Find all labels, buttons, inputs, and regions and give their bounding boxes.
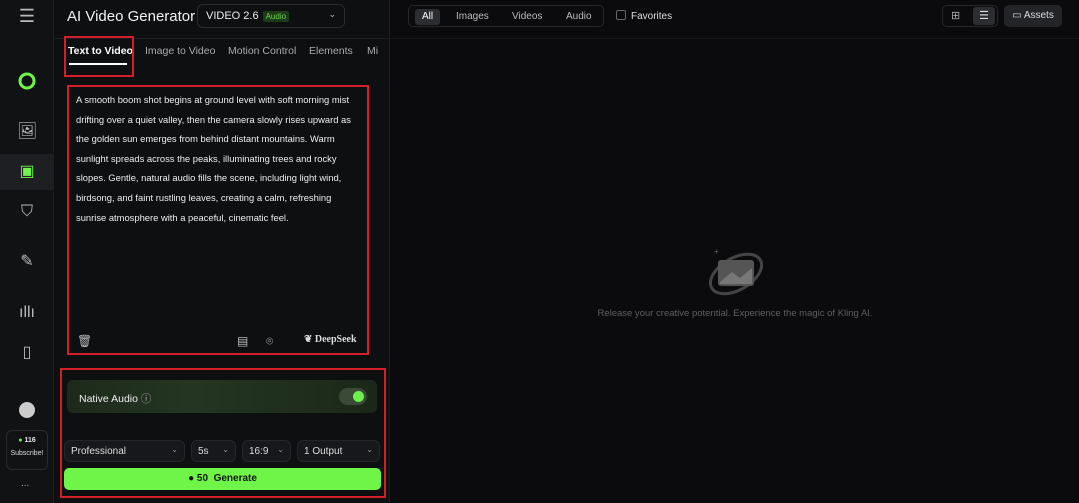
highlight-box-settings: [60, 368, 386, 498]
logo-icon[interactable]: [17, 71, 37, 91]
filter-audio[interactable]: Audio: [559, 10, 599, 24]
tab-more[interactable]: Mi: [367, 45, 378, 57]
sidebar: ☰ 🖼︎ ▣ ⛉ ✎ ıllı ▯ ● 116 Subscribe! ...: [0, 0, 54, 503]
filter-all[interactable]: All: [415, 9, 441, 25]
credits-box[interactable]: ● 116 Subscribe!: [6, 430, 48, 470]
subscribe-link[interactable]: Subscribe!: [7, 450, 47, 457]
credits-count: 116: [24, 437, 36, 444]
more-button[interactable]: ...: [21, 478, 29, 489]
view-toggle: ⊞ ☰: [942, 5, 998, 27]
grid-view-icon[interactable]: ⊞: [951, 9, 960, 22]
empty-state-icon: +: [708, 247, 764, 296]
flame-icon: ●: [18, 437, 23, 444]
filter-images[interactable]: Images: [449, 10, 496, 24]
filter-videos[interactable]: Videos: [505, 10, 549, 24]
audio-icon[interactable]: ıllı: [17, 303, 37, 323]
avatar-tool-icon[interactable]: ⛉: [17, 202, 37, 222]
audio-badge: Audio: [262, 11, 290, 22]
empty-state-text: Release your creative potential. Experie…: [597, 308, 873, 319]
highlight-box-prompt: [67, 85, 369, 355]
effects-icon[interactable]: ✎: [17, 252, 37, 272]
folder-icon: ▭: [1012, 10, 1022, 21]
tab-image-to-video[interactable]: Image to Video: [145, 45, 215, 57]
tab-motion-control[interactable]: Motion Control: [228, 45, 296, 57]
svg-text:+: +: [714, 247, 719, 256]
assets-icon[interactable]: ▯: [17, 343, 37, 363]
page-title: AI Video Generator: [67, 8, 196, 25]
menu-icon[interactable]: ☰: [17, 6, 37, 26]
header-divider: [391, 38, 1079, 39]
avatar[interactable]: [19, 402, 35, 418]
video-icon[interactable]: ▣: [17, 162, 37, 182]
image-icon[interactable]: 🖼︎: [17, 122, 37, 142]
model-name: VIDEO 2.6: [206, 10, 259, 22]
chevron-down-icon: ⌄: [328, 9, 336, 19]
media-filter: All Images Videos Audio: [408, 5, 604, 27]
tab-elements[interactable]: Elements: [309, 45, 353, 57]
list-view-icon[interactable]: ☰: [973, 7, 995, 25]
highlight-box-tab: [64, 36, 134, 77]
model-select[interactable]: VIDEO 2.6 Audio ⌄: [197, 4, 345, 28]
assets-button[interactable]: ▭ Assets: [1004, 5, 1062, 27]
favorites-checkbox[interactable]: Favorites: [616, 10, 672, 22]
